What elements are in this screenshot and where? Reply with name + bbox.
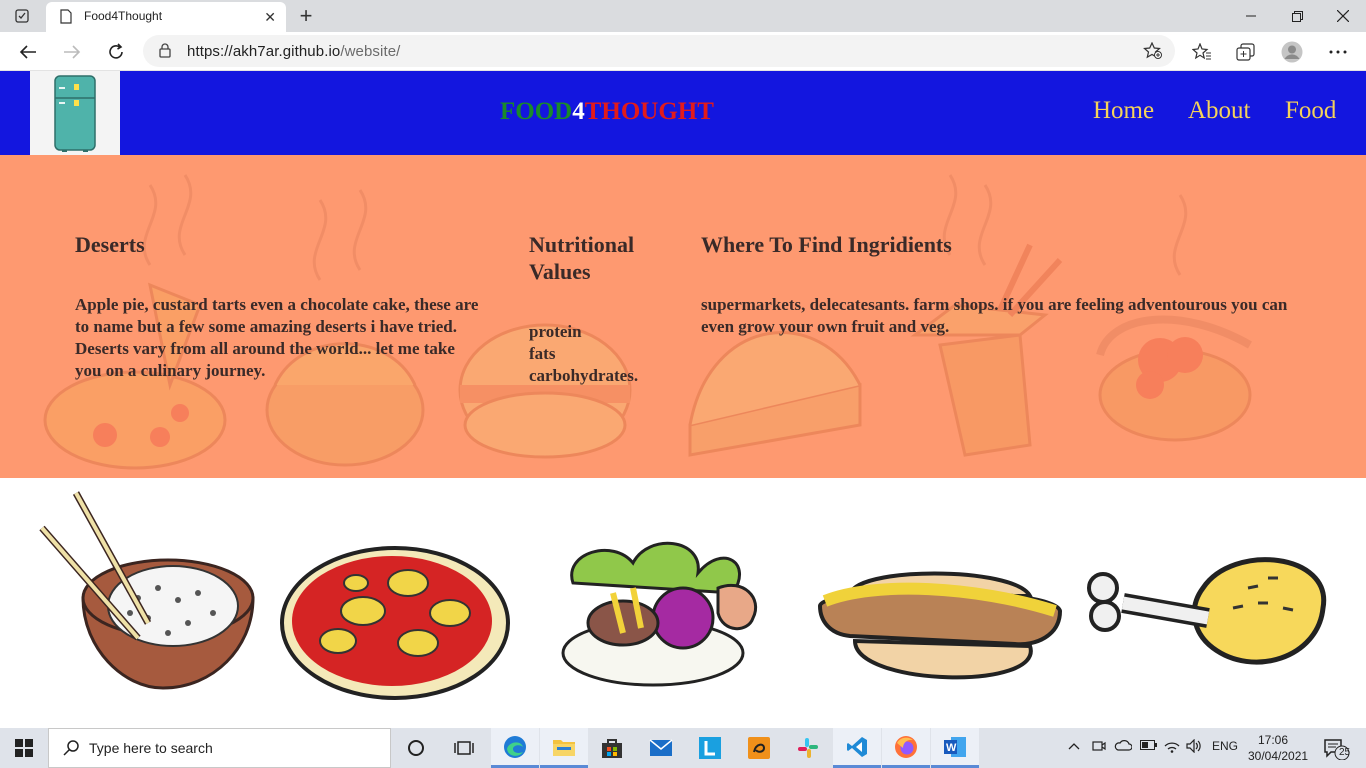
fridge-logo[interactable] xyxy=(30,71,120,155)
notification-count: 25 xyxy=(1339,747,1351,758)
address-bar[interactable]: https://akh7ar.github.io/website/ xyxy=(143,35,1175,67)
nav-about-link[interactable]: About xyxy=(1188,97,1251,125)
windows-icon xyxy=(15,739,33,757)
deserts-text-1: Apple pie, custard tarts even a chocolat… xyxy=(75,295,479,336)
nutrition-item: carbohydrates. xyxy=(529,366,639,385)
browser-tab[interactable]: Food4Thought ✕ xyxy=(46,2,286,32)
close-window-button[interactable] xyxy=(1320,0,1366,32)
tab-close-icon[interactable]: ✕ xyxy=(264,9,276,26)
restore-button[interactable] xyxy=(1274,0,1320,32)
nutrition-item: protein xyxy=(529,322,582,341)
forward-button[interactable] xyxy=(60,40,84,64)
onedrive-icon[interactable] xyxy=(1114,739,1133,754)
ingredients-heading: Where To Find Ingridients xyxy=(701,232,952,257)
favorites-icon[interactable] xyxy=(1191,41,1213,63)
notification-center-icon[interactable]: 25 xyxy=(1314,728,1358,768)
clock-date: 30/04/2021 xyxy=(1248,749,1309,763)
start-button[interactable] xyxy=(0,728,48,768)
collections-icon[interactable] xyxy=(1235,41,1257,63)
clock-time: 17:06 xyxy=(1257,733,1289,747)
svg-text:W: W xyxy=(946,742,957,754)
site-header: FOOD4THOUGHT Home About Food xyxy=(0,71,1366,155)
battery-icon[interactable] xyxy=(1140,739,1158,753)
show-hidden-icons[interactable] xyxy=(1068,739,1080,753)
browser-tabstrip: Food4Thought ✕ + xyxy=(0,0,1366,32)
url-text: https://akh7ar.github.io/website/ xyxy=(187,43,401,60)
more-menu-icon[interactable] xyxy=(1327,41,1349,63)
cortana-icon[interactable] xyxy=(392,728,440,768)
task-view-icon[interactable] xyxy=(440,728,488,768)
system-clock[interactable]: 17:06 30/04/2021 xyxy=(1248,732,1309,764)
food-gallery xyxy=(0,478,1366,728)
file-explorer-icon[interactable] xyxy=(540,728,588,768)
nutrition-heading: Nutritional Values xyxy=(529,232,635,284)
deserts-column: Deserts Apple pie, custard tarts even a … xyxy=(75,231,485,382)
language-indicator[interactable]: ENG xyxy=(1212,739,1238,753)
edge-app-icon[interactable] xyxy=(491,728,539,768)
windows-taskbar: Type here to search W ENG 17:06 30/04/20… xyxy=(0,728,1366,768)
nutrition-item: fats xyxy=(529,344,556,363)
browser-toolbar: https://akh7ar.github.io/website/ xyxy=(0,32,1366,71)
fridge-icon xyxy=(54,75,96,152)
orange-app-icon[interactable] xyxy=(735,728,783,768)
brand-title: FOOD4THOUGHT xyxy=(500,98,714,125)
minimize-button[interactable] xyxy=(1228,0,1274,32)
tab-title: Food4Thought xyxy=(84,9,163,23)
profile-avatar[interactable] xyxy=(1281,41,1303,63)
info-section: Deserts Apple pie, custard tarts even a … xyxy=(0,155,1366,478)
nav-home-link[interactable]: Home xyxy=(1093,97,1154,125)
page-icon xyxy=(60,9,72,29)
meet-now-icon[interactable] xyxy=(1092,739,1106,756)
volume-icon[interactable] xyxy=(1186,738,1202,756)
tab-actions-icon[interactable] xyxy=(12,7,32,25)
deserts-text-2: Deserts vary from all around the world..… xyxy=(75,339,455,380)
nutrition-column: Nutritional Values protein fats carbohyd… xyxy=(529,231,679,387)
deserts-heading: Deserts xyxy=(75,232,145,257)
word-app-icon[interactable]: W xyxy=(931,728,979,768)
store-app-icon[interactable] xyxy=(588,728,636,768)
vscode-app-icon[interactable] xyxy=(833,728,881,768)
taskbar-search[interactable]: Type here to search xyxy=(48,728,391,768)
ingredients-text: supermarkets, delecatesants. farm shops.… xyxy=(701,295,1288,336)
wifi-icon[interactable] xyxy=(1164,739,1180,756)
search-placeholder: Type here to search xyxy=(89,740,213,756)
nav-food-link[interactable]: Food xyxy=(1285,97,1336,125)
mail-app-icon[interactable] xyxy=(637,728,685,768)
pizza-image xyxy=(280,546,510,700)
hotdog-image xyxy=(817,571,1063,680)
chicken-leg-image xyxy=(1087,557,1327,665)
ingredients-column: Where To Find Ingridients supermarkets, … xyxy=(701,231,1301,338)
rice-bowl-image xyxy=(39,491,255,690)
refresh-button[interactable] xyxy=(104,40,128,64)
search-icon xyxy=(63,740,79,761)
salad-plate-image xyxy=(561,541,757,687)
add-favorite-icon[interactable] xyxy=(1143,41,1163,65)
slack-app-icon[interactable] xyxy=(784,728,832,768)
firefox-app-icon[interactable] xyxy=(882,728,930,768)
back-button[interactable] xyxy=(16,40,40,64)
lock-icon[interactable] xyxy=(159,43,171,63)
new-tab-button[interactable]: + xyxy=(294,4,318,28)
l-app-icon[interactable] xyxy=(686,728,734,768)
